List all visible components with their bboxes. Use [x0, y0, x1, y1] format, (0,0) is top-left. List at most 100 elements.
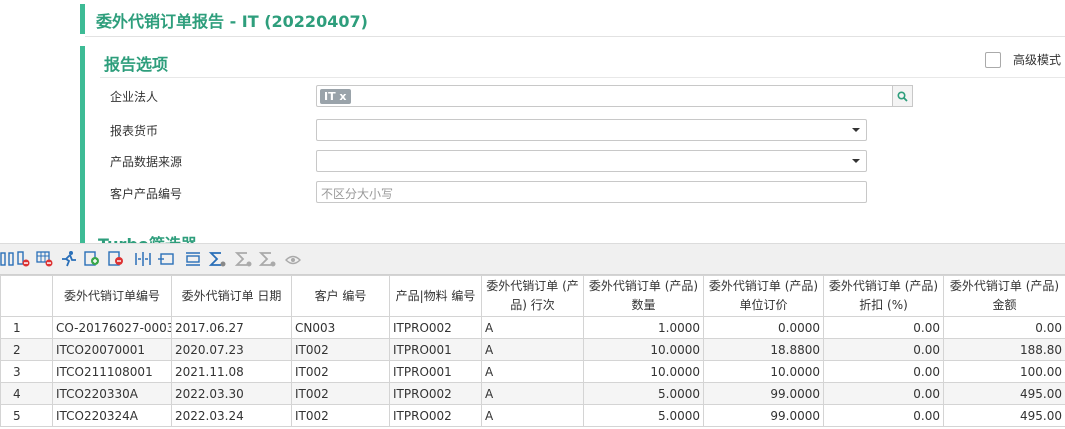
product-code-link[interactable]: ITPRO001	[389, 360, 482, 383]
amount: 100.00	[943, 360, 1065, 383]
run-icon[interactable]	[60, 250, 78, 268]
order-number-link[interactable]: ITCO220330A	[52, 382, 172, 405]
line-number: A	[481, 338, 584, 361]
quantity: 10.0000	[583, 360, 704, 383]
turbo-filter-title: Turbo筛选器	[98, 231, 197, 243]
unit-price: 18.8800	[703, 338, 824, 361]
advanced-mode-checkbox[interactable]	[985, 51, 1001, 68]
title-divider	[85, 36, 1065, 37]
source-label: 产品数据来源	[110, 155, 183, 169]
search-icon	[897, 90, 908, 102]
delete-icon[interactable]	[108, 250, 126, 268]
discount: 0.00	[823, 316, 944, 339]
currency-label: 报表货币	[110, 124, 159, 138]
unit-price: 10.0000	[703, 360, 824, 383]
order-date: 2021.11.08	[171, 360, 292, 383]
customer-code-label: 客户产品编号	[110, 187, 183, 201]
grid-remove-icon[interactable]	[36, 250, 54, 268]
table-row[interactable]: 3 ITCO211108001 2021.11.08 IT002 ITPRO00…	[0, 360, 1065, 383]
amount: 495.00	[943, 382, 1065, 405]
company-field[interactable]: IT x	[316, 85, 913, 107]
unit-price: 99.0000	[703, 382, 824, 405]
table-row[interactable]: 5 ITCO220324A 2022.03.24 IT002 ITPRO002 …	[0, 404, 1065, 427]
customer-code-placeholder: 不区分大小写	[321, 187, 394, 201]
customer-code-link[interactable]: IT002	[291, 338, 390, 361]
product-code-link[interactable]: ITPRO001	[389, 338, 482, 361]
subtotal-icon[interactable]	[234, 250, 252, 268]
customer-code-link[interactable]: IT002	[291, 360, 390, 383]
discount: 0.00	[823, 382, 944, 405]
sum-remove-icon[interactable]	[258, 250, 276, 268]
sum-icon[interactable]	[208, 250, 226, 268]
product-code-link[interactable]: ITPRO002	[389, 316, 482, 339]
amount: 495.00	[943, 404, 1065, 427]
product-code-link[interactable]: ITPRO002	[389, 382, 482, 405]
options-accent-bar	[80, 46, 85, 244]
company-label: 企业法人	[110, 90, 159, 104]
order-number-link[interactable]: ITCO211108001	[52, 360, 172, 383]
company-search-button[interactable]	[892, 85, 913, 107]
order-date: 2022.03.24	[171, 404, 292, 427]
add-icon[interactable]	[84, 250, 102, 268]
quantity: 5.0000	[583, 382, 704, 405]
order-number-link[interactable]: ITCO220324A	[52, 404, 172, 427]
line-number: A	[481, 404, 584, 427]
table-row[interactable]: 4 ITCO220330A 2022.03.30 IT002 ITPRO002 …	[0, 382, 1065, 405]
preview-icon[interactable]	[284, 250, 302, 268]
grid-toolbar	[0, 243, 1065, 275]
column-header[interactable]: 委外代销订单 日期	[171, 275, 292, 317]
customer-code-link[interactable]: IT002	[291, 382, 390, 405]
order-report-table: 委外代销订单编号 委外代销订单 日期 客户 编号 产品|物料 编号 委外代销订单…	[0, 275, 1065, 427]
merge-icon[interactable]	[184, 250, 202, 268]
row-number: 2	[0, 338, 53, 361]
order-date: 2017.06.27	[171, 316, 292, 339]
amount: 0.00	[943, 316, 1065, 339]
title-accent-bar	[80, 4, 85, 34]
column-header[interactable]: 委外代销订单 (产品) 金额	[943, 275, 1065, 317]
currency-select[interactable]	[316, 119, 867, 141]
company-tag[interactable]: IT x	[320, 89, 351, 104]
table-header-row: 委外代销订单编号 委外代销订单 日期 客户 编号 产品|物料 编号 委外代销订单…	[0, 275, 1065, 317]
table-row[interactable]: 1 CO-20176027-0003 2017.06.27 CN003 ITPR…	[0, 316, 1065, 339]
split-icon[interactable]	[134, 250, 152, 268]
line-number: A	[481, 382, 584, 405]
row-number: 4	[0, 382, 53, 405]
column-header[interactable]: 委外代销订单 (产品) 折扣 (%)	[823, 275, 944, 317]
column-header[interactable]: 产品|物料 编号	[389, 275, 482, 317]
report-options-title: 报告选项	[104, 55, 169, 74]
row-number: 5	[0, 404, 53, 427]
order-number-link[interactable]: CO-20176027-0003	[52, 316, 172, 339]
source-select[interactable]	[316, 150, 867, 172]
customer-code-link[interactable]: IT002	[291, 404, 390, 427]
unit-price: 99.0000	[703, 404, 824, 427]
column-header[interactable]	[0, 275, 53, 317]
chevron-down-icon	[852, 159, 860, 163]
column-header[interactable]: 委外代销订单 (产品) 单位订价	[703, 275, 824, 317]
customer-code-input[interactable]: 不区分大小写	[316, 181, 867, 203]
order-date: 2020.07.23	[171, 338, 292, 361]
product-code-link[interactable]: ITPRO002	[389, 404, 482, 427]
order-number-link[interactable]: ITCO20070001	[52, 338, 172, 361]
row-number: 3	[0, 360, 53, 383]
line-number: A	[481, 360, 584, 383]
discount: 0.00	[823, 404, 944, 427]
advanced-mode-toggle[interactable]: 高级模式	[985, 51, 1061, 68]
discount: 0.00	[823, 338, 944, 361]
quantity: 10.0000	[583, 338, 704, 361]
discount: 0.00	[823, 360, 944, 383]
chevron-down-icon	[852, 128, 860, 132]
fit-icon[interactable]	[158, 250, 176, 268]
amount: 188.80	[943, 338, 1065, 361]
column-header[interactable]: 委外代销订单 (产品) 行次	[481, 275, 584, 317]
advanced-mode-label: 高级模式	[1013, 53, 1062, 67]
page-title: 委外代销订单报告 - IT (20220407)	[96, 12, 368, 31]
quantity: 5.0000	[583, 404, 704, 427]
remove-column-icon[interactable]	[16, 250, 34, 268]
column-header[interactable]: 委外代销订单 (产品) 数量	[583, 275, 704, 317]
quantity: 1.0000	[583, 316, 704, 339]
table-row[interactable]: 2 ITCO20070001 2020.07.23 IT002 ITPRO001…	[0, 338, 1065, 361]
customer-code-link[interactable]: CN003	[291, 316, 390, 339]
column-header[interactable]: 客户 编号	[291, 275, 390, 317]
column-header[interactable]: 委外代销订单编号	[52, 275, 172, 317]
order-date: 2022.03.30	[171, 382, 292, 405]
